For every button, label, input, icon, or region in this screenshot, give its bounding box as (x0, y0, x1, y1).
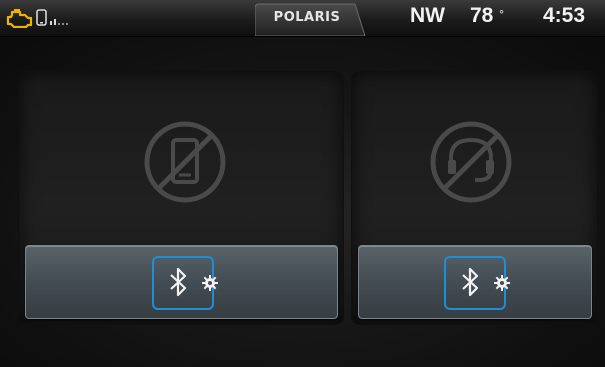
bluetooth-settings-frame (444, 256, 510, 310)
temperature-readout: 78 ° (470, 4, 504, 28)
brand-tab: POLARIS (255, 0, 367, 36)
clock: 4:53 (543, 4, 586, 27)
gear-icon (494, 275, 510, 291)
phone-disabled-icon (144, 121, 226, 203)
phone-signal-icon (36, 9, 68, 26)
temperature-value: 78 (470, 4, 494, 27)
gear-icon (202, 275, 218, 291)
headset-panel (351, 71, 598, 325)
bluetooth-icon (170, 267, 187, 297)
headset-disabled-icon (430, 121, 512, 203)
main-area (0, 37, 605, 367)
brand-logo-text: POLARIS (273, 10, 341, 25)
status-bar: POLARIS NW 78 ° 4:53 (0, 0, 605, 37)
check-engine-icon (6, 9, 33, 28)
phone-panel (18, 71, 344, 325)
phone-bluetooth-settings-button[interactable] (25, 245, 338, 319)
headset-bluetooth-settings-button[interactable] (358, 245, 592, 319)
temperature-unit: ° (499, 9, 504, 21)
compass-heading: NW (410, 4, 445, 27)
bluetooth-settings-frame (152, 256, 218, 310)
bluetooth-icon (462, 267, 479, 297)
